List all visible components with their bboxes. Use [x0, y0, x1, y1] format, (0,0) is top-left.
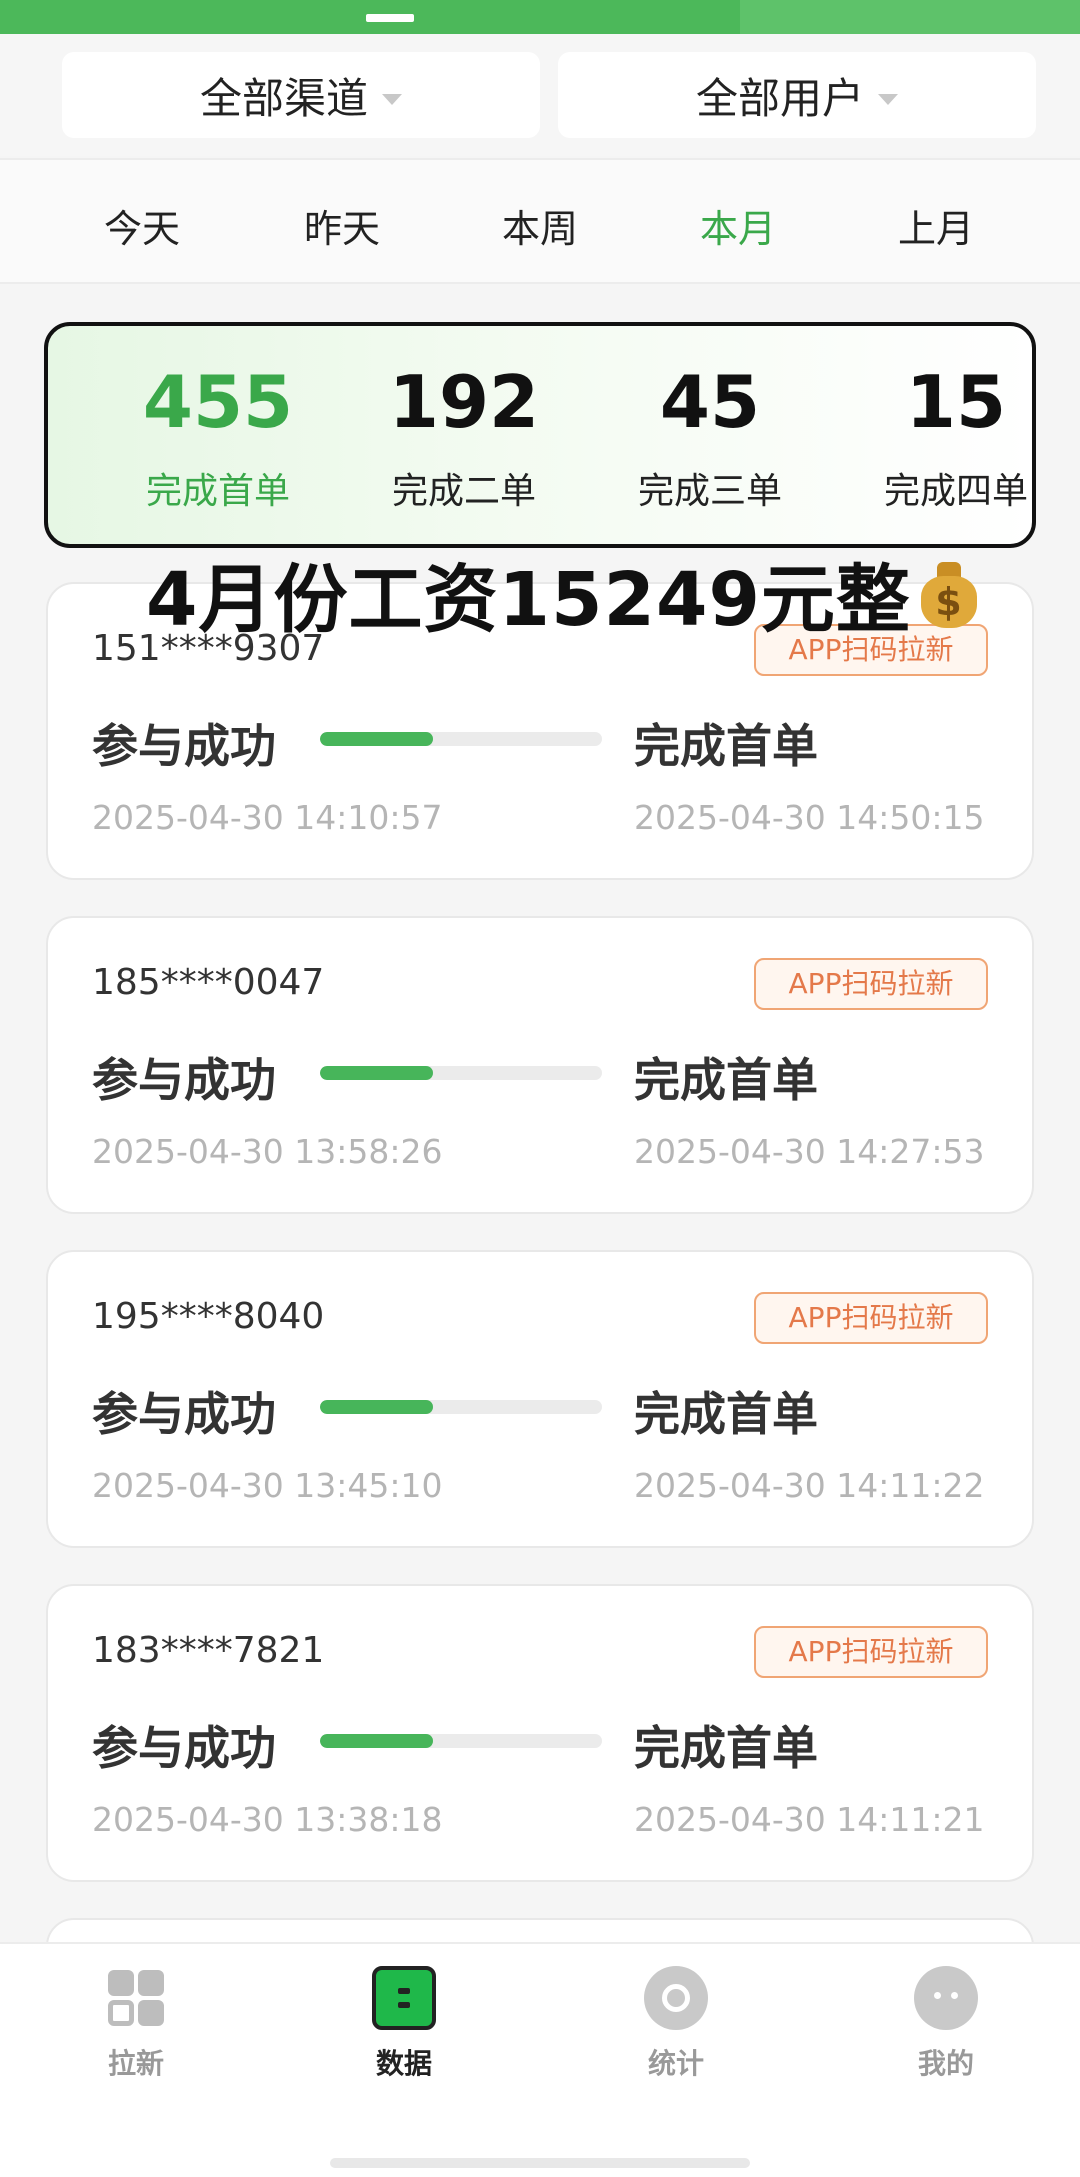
nav-item-label: 统计: [647, 2047, 704, 2080]
grid-icon: [104, 1966, 168, 2030]
tab-this-month[interactable]: 本月: [658, 198, 818, 253]
record-source-badge: APP扫码拉新: [754, 1292, 988, 1344]
chevron-down-icon: [382, 93, 402, 105]
record-progress-fill: [320, 1400, 433, 1414]
record-step-joined: 参与成功: [92, 1387, 276, 1441]
top-header-strip: [0, 0, 1080, 34]
nav-item-invite[interactable]: 拉新: [36, 1966, 236, 2082]
tab-last-month[interactable]: 上月: [856, 198, 1016, 253]
record-progress-fill: [320, 732, 433, 746]
stat-value: 455: [142, 360, 294, 444]
stat-value: 15: [905, 360, 1007, 444]
nav-item-label: 拉新: [107, 2047, 164, 2080]
order-stats-panel: 455 完成首单 192 完成二单 45 完成三单 15 完成四单: [44, 322, 1036, 548]
record-phone: 183****7821: [92, 1630, 325, 1671]
home-indicator: [330, 2158, 750, 2168]
record-join-time: 2025-04-30 14:10:57: [92, 798, 443, 837]
filter-bar: 全部渠道 全部用户: [0, 34, 1080, 156]
money-bag-icon: $: [919, 558, 979, 628]
chevron-down-icon: [878, 93, 898, 105]
record-order-time: 2025-04-30 14:50:15: [634, 798, 985, 837]
record-step-first-order: 完成首单: [634, 719, 818, 773]
nav-item-label: 我的: [917, 2047, 974, 2080]
nav-item-stats[interactable]: 统计: [576, 1966, 776, 2082]
bottom-nav: 拉新 数据 统计 我的: [0, 1942, 1080, 2177]
profile-icon: [914, 1966, 978, 2030]
record-step-first-order: 完成首单: [634, 1721, 818, 1775]
record-source-badge: APP扫码拉新: [754, 958, 988, 1010]
salary-caption: 4月份工资15249元整 $: [146, 548, 1046, 643]
record-card[interactable]: 185****0047 APP扫码拉新 参与成功 完成首单 2025-04-30…: [46, 916, 1034, 1214]
record-card[interactable]: 195****8040 APP扫码拉新 参与成功 完成首单 2025-04-30…: [46, 1250, 1034, 1548]
record-progress-bar: [320, 1734, 602, 1748]
record-phone: 185****0047: [92, 962, 325, 1003]
nav-item-label: 数据: [375, 2047, 432, 2080]
user-filter-dropdown[interactable]: 全部用户: [558, 52, 1036, 138]
stats-icon: [644, 1966, 708, 2030]
record-progress-fill: [320, 1066, 433, 1080]
stat-label: 完成二单: [391, 471, 536, 512]
app-screen: 全部渠道 全部用户 今天 昨天 本周 本月 上月 455 完成首单 192 完成…: [0, 0, 1080, 2177]
record-join-time: 2025-04-30 13:58:26: [92, 1132, 443, 1171]
nav-item-data[interactable]: 数据: [304, 1966, 504, 2082]
user-filter-label: 全部用户: [695, 73, 864, 123]
time-range-tabs: 今天 昨天 本周 本月 上月: [0, 158, 1080, 284]
record-progress-fill: [320, 1734, 433, 1748]
tab-yesterday[interactable]: 昨天: [262, 198, 422, 253]
record-step-joined: 参与成功: [92, 1053, 276, 1107]
record-phone: 195****8040: [92, 1296, 325, 1337]
channel-filter-label: 全部渠道: [199, 73, 368, 123]
stat-value: 192: [388, 360, 540, 444]
tab-this-week[interactable]: 本周: [460, 198, 620, 253]
salary-caption-text: 4月份工资15249元整: [146, 556, 911, 643]
stat-value: 45: [659, 360, 761, 444]
stat-label: 完成四单: [883, 471, 1028, 512]
record-step-joined: 参与成功: [92, 1721, 276, 1775]
header-decoration: [740, 0, 1080, 34]
record-join-time: 2025-04-30 13:45:10: [92, 1466, 443, 1505]
record-step-joined: 参与成功: [92, 719, 276, 773]
data-icon: [372, 1966, 436, 2030]
stat-fourth-order: 15 完成四单: [836, 362, 1076, 514]
record-join-time: 2025-04-30 13:38:18: [92, 1800, 443, 1839]
stat-label: 完成首单: [145, 471, 290, 512]
record-step-first-order: 完成首单: [634, 1387, 818, 1441]
record-card[interactable]: 183****7821 APP扫码拉新 参与成功 完成首单 2025-04-30…: [46, 1584, 1034, 1882]
stat-first-order: 455 完成首单: [98, 362, 338, 514]
channel-filter-dropdown[interactable]: 全部渠道: [62, 52, 540, 138]
drag-handle: [366, 14, 414, 22]
stat-third-order: 45 完成三单: [590, 362, 830, 514]
stat-label: 完成三单: [637, 471, 782, 512]
stat-second-order: 192 完成二单: [344, 362, 584, 514]
tab-today[interactable]: 今天: [62, 198, 222, 253]
record-order-time: 2025-04-30 14:11:22: [634, 1466, 985, 1505]
record-progress-bar: [320, 1400, 602, 1414]
record-source-badge: APP扫码拉新: [754, 1626, 988, 1678]
nav-item-profile[interactable]: 我的: [846, 1966, 1046, 2082]
record-order-time: 2025-04-30 14:11:21: [634, 1800, 985, 1839]
record-step-first-order: 完成首单: [634, 1053, 818, 1107]
record-order-time: 2025-04-30 14:27:53: [634, 1132, 985, 1171]
record-progress-bar: [320, 732, 602, 746]
record-progress-bar: [320, 1066, 602, 1080]
